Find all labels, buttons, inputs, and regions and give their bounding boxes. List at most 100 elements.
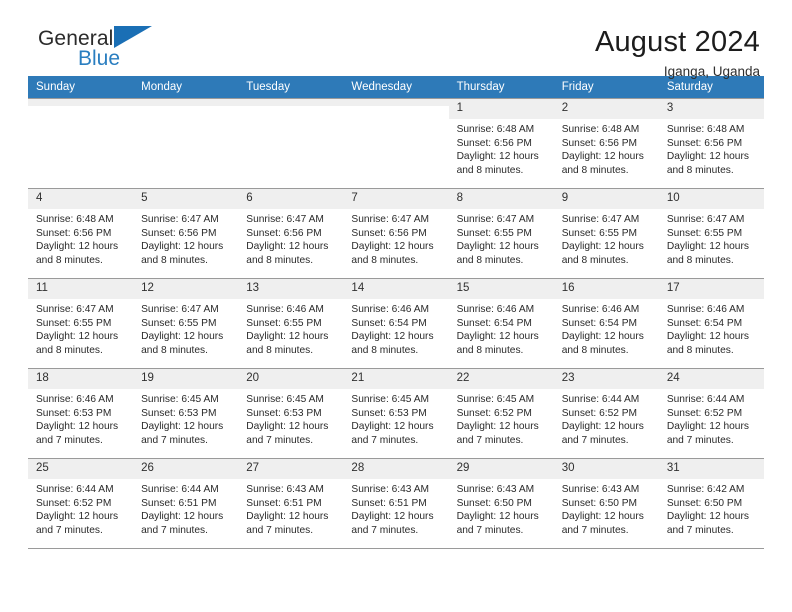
sun-details: Sunrise: 6:43 AM Sunset: 6:50 PM Daylight:… [449,479,554,537]
daylight-text: Daylight: 12 hours and 7 minutes. [36,421,119,446]
calendar-day-cell[interactable]: 3 Sunrise: 6:48 AM Sunset: 6:56 PM Daylight… [658,98,764,189]
calendar-day-cell[interactable]: 6 Sunrise: 6:47 AM Sunset: 6:56 PM Daylight… [238,188,344,279]
daylight-text: Daylight: 12 hours and 7 minutes. [351,511,434,536]
sunrise-text: Sunrise: 6:44 AM [141,484,219,495]
daylight-text: Daylight: 12 hours and 8 minutes. [351,241,434,266]
day-number: 27 [238,459,344,479]
calendar-day-cell[interactable]: 25 Sunrise: 6:44 AM Sunset: 6:52 PM Dayligh… [28,458,134,549]
calendar-week-row: 1 Sunrise: 6:48 AM Sunset: 6:56 PM Daylight… [28,98,764,189]
sunrise-text: Sunrise: 6:47 AM [666,214,745,225]
sun-details: Sunrise: 6:46 AM Sunset: 6:54 PM Daylight:… [554,299,659,357]
sunrise-text: Sunrise: 6:45 AM [456,394,535,405]
calendar-day-cell[interactable]: 29 Sunrise: 6:43 AM Sunset: 6:50 PM Dayligh… [448,458,554,549]
daylight-text: Daylight: 12 hours and 8 minutes. [666,241,749,266]
calendar-day-cell[interactable]: 27 Sunrise: 6:43 AM Sunset: 6:51 PM Dayligh… [238,458,344,549]
day-number: 23 [553,369,659,389]
day-number [343,99,449,106]
calendar-day-cell[interactable]: 2 Sunrise: 6:48 AM Sunset: 6:56 PM Daylight… [553,98,659,189]
day-number: 4 [28,189,134,209]
sunset-text: Sunset: 6:55 PM [561,227,638,239]
day-number [238,99,344,106]
calendar-cell-empty [343,98,449,189]
sunset-text: Sunset: 6:54 PM [456,317,532,329]
daylight-text: Daylight: 12 hours and 7 minutes. [36,511,119,536]
page-header: General Blue August 2024 Iganga, Uganda [28,0,764,79]
sun-details: Sunrise: 6:44 AM Sunset: 6:52 PM Daylight:… [28,479,133,537]
sunrise-text: Sunrise: 6:47 AM [456,214,535,225]
calendar-day-cell[interactable]: 17 Sunrise: 6:46 AM Sunset: 6:54 PM Dayligh… [658,278,764,369]
sunset-text: Sunset: 6:55 PM [36,317,112,329]
sunrise-text: Sunrise: 6:45 AM [141,394,219,405]
day-number: 29 [448,459,554,479]
weekday-header-sunday: Sunday [28,76,134,99]
daylight-text: Daylight: 12 hours and 7 minutes. [246,421,329,446]
day-number: 20 [238,369,344,389]
calendar-day-cell[interactable]: 1 Sunrise: 6:48 AM Sunset: 6:56 PM Daylight… [448,98,554,189]
day-number: 12 [133,279,239,299]
calendar-day-cell[interactable]: 23 Sunrise: 6:44 AM Sunset: 6:52 PM Dayligh… [553,368,659,459]
day-number: 24 [658,369,764,389]
calendar-day-cell[interactable]: 21 Sunrise: 6:45 AM Sunset: 6:53 PM Dayligh… [343,368,449,459]
sunrise-text: Sunrise: 6:47 AM [561,214,640,225]
calendar-day-cell[interactable]: 12 Sunrise: 6:47 AM Sunset: 6:55 PM Dayligh… [133,278,239,369]
day-number: 17 [658,279,764,299]
sunrise-text: Sunrise: 6:43 AM [351,484,430,495]
sun-details: Sunrise: 6:47 AM Sunset: 6:55 PM Daylight:… [133,299,238,357]
daylight-text: Daylight: 12 hours and 7 minutes. [456,511,539,536]
calendar-page: General Blue August 2024 Iganga, Uganda … [0,0,792,612]
calendar-day-cell[interactable]: 7 Sunrise: 6:47 AM Sunset: 6:56 PM Daylight… [343,188,449,279]
calendar-day-cell[interactable]: 22 Sunrise: 6:45 AM Sunset: 6:52 PM Dayligh… [448,368,554,459]
daylight-text: Daylight: 12 hours and 8 minutes. [246,241,329,266]
day-number: 15 [448,279,554,299]
calendar-day-cell[interactable]: 15 Sunrise: 6:46 AM Sunset: 6:54 PM Dayligh… [448,278,554,369]
sunset-text: Sunset: 6:50 PM [456,497,532,509]
calendar-day-cell[interactable]: 11 Sunrise: 6:47 AM Sunset: 6:55 PM Dayligh… [28,278,134,369]
day-number: 31 [658,459,764,479]
daylight-text: Daylight: 12 hours and 7 minutes. [666,511,749,536]
day-number: 11 [28,279,134,299]
calendar-day-cell[interactable]: 4 Sunrise: 6:48 AM Sunset: 6:56 PM Daylight… [28,188,134,279]
daylight-text: Daylight: 12 hours and 8 minutes. [561,151,644,176]
daylight-text: Daylight: 12 hours and 8 minutes. [36,331,119,356]
title-block: August 2024 Iganga, Uganda [595,26,764,82]
daylight-text: Daylight: 12 hours and 8 minutes. [561,241,644,266]
sunrise-text: Sunrise: 6:48 AM [36,214,114,225]
sun-details: Sunrise: 6:46 AM Sunset: 6:55 PM Daylight:… [238,299,343,357]
logo-text-general: General [38,27,114,50]
logo-top-row: General [38,26,153,50]
sunset-text: Sunset: 6:51 PM [141,497,217,509]
sunset-text: Sunset: 6:50 PM [666,497,743,509]
calendar-day-cell[interactable]: 8 Sunrise: 6:47 AM Sunset: 6:55 PM Daylight… [448,188,554,279]
daylight-text: Daylight: 12 hours and 8 minutes. [36,241,119,266]
daylight-text: Daylight: 12 hours and 7 minutes. [561,511,644,536]
calendar-day-cell[interactable]: 19 Sunrise: 6:45 AM Sunset: 6:53 PM Dayligh… [133,368,239,459]
sun-details: Sunrise: 6:42 AM Sunset: 6:50 PM Daylight:… [659,479,764,537]
sunset-text: Sunset: 6:56 PM [456,137,532,149]
calendar-day-cell[interactable]: 5 Sunrise: 6:47 AM Sunset: 6:56 PM Daylight… [133,188,239,279]
sun-details: Sunrise: 6:47 AM Sunset: 6:55 PM Daylight:… [28,299,133,357]
calendar-day-cell[interactable]: 13 Sunrise: 6:46 AM Sunset: 6:55 PM Dayligh… [238,278,344,369]
daylight-text: Daylight: 12 hours and 7 minutes. [666,421,749,446]
calendar-day-cell[interactable]: 20 Sunrise: 6:45 AM Sunset: 6:53 PM Dayligh… [238,368,344,459]
calendar-day-cell[interactable]: 16 Sunrise: 6:46 AM Sunset: 6:54 PM Dayligh… [553,278,659,369]
calendar-cell-empty [238,98,344,189]
calendar-week-row: 4 Sunrise: 6:48 AM Sunset: 6:56 PM Daylight… [28,188,764,279]
general-blue-logo[interactable]: General Blue [28,26,153,70]
calendar-day-cell[interactable]: 10 Sunrise: 6:47 AM Sunset: 6:55 PM Dayligh… [658,188,764,279]
calendar-day-cell[interactable]: 26 Sunrise: 6:44 AM Sunset: 6:51 PM Dayligh… [133,458,239,549]
calendar-grid: Sunday Monday Tuesday Wednesday Thursday Frid… [28,76,764,549]
calendar-day-cell[interactable]: 18 Sunrise: 6:46 AM Sunset: 6:53 PM Dayligh… [28,368,134,459]
calendar-day-cell[interactable]: 28 Sunrise: 6:43 AM Sunset: 6:51 PM Dayligh… [343,458,449,549]
calendar-day-cell[interactable]: 30 Sunrise: 6:43 AM Sunset: 6:50 PM Dayligh… [553,458,659,549]
sunrise-text: Sunrise: 6:42 AM [666,484,745,495]
calendar-body: 1 Sunrise: 6:48 AM Sunset: 6:56 PM Daylight… [28,98,764,549]
calendar-day-cell[interactable]: 14 Sunrise: 6:46 AM Sunset: 6:54 PM Dayligh… [343,278,449,369]
day-number: 5 [133,189,239,209]
sunset-text: Sunset: 6:51 PM [246,497,322,509]
sun-details: Sunrise: 6:48 AM Sunset: 6:56 PM Daylight:… [659,119,764,177]
calendar-day-cell[interactable]: 24 Sunrise: 6:44 AM Sunset: 6:52 PM Dayligh… [658,368,764,459]
daylight-text: Daylight: 12 hours and 7 minutes. [246,511,329,536]
daylight-text: Daylight: 12 hours and 8 minutes. [561,331,644,356]
calendar-day-cell[interactable]: 9 Sunrise: 6:47 AM Sunset: 6:55 PM Daylight… [553,188,659,279]
calendar-day-cell[interactable]: 31 Sunrise: 6:42 AM Sunset: 6:50 PM Dayligh… [658,458,764,549]
